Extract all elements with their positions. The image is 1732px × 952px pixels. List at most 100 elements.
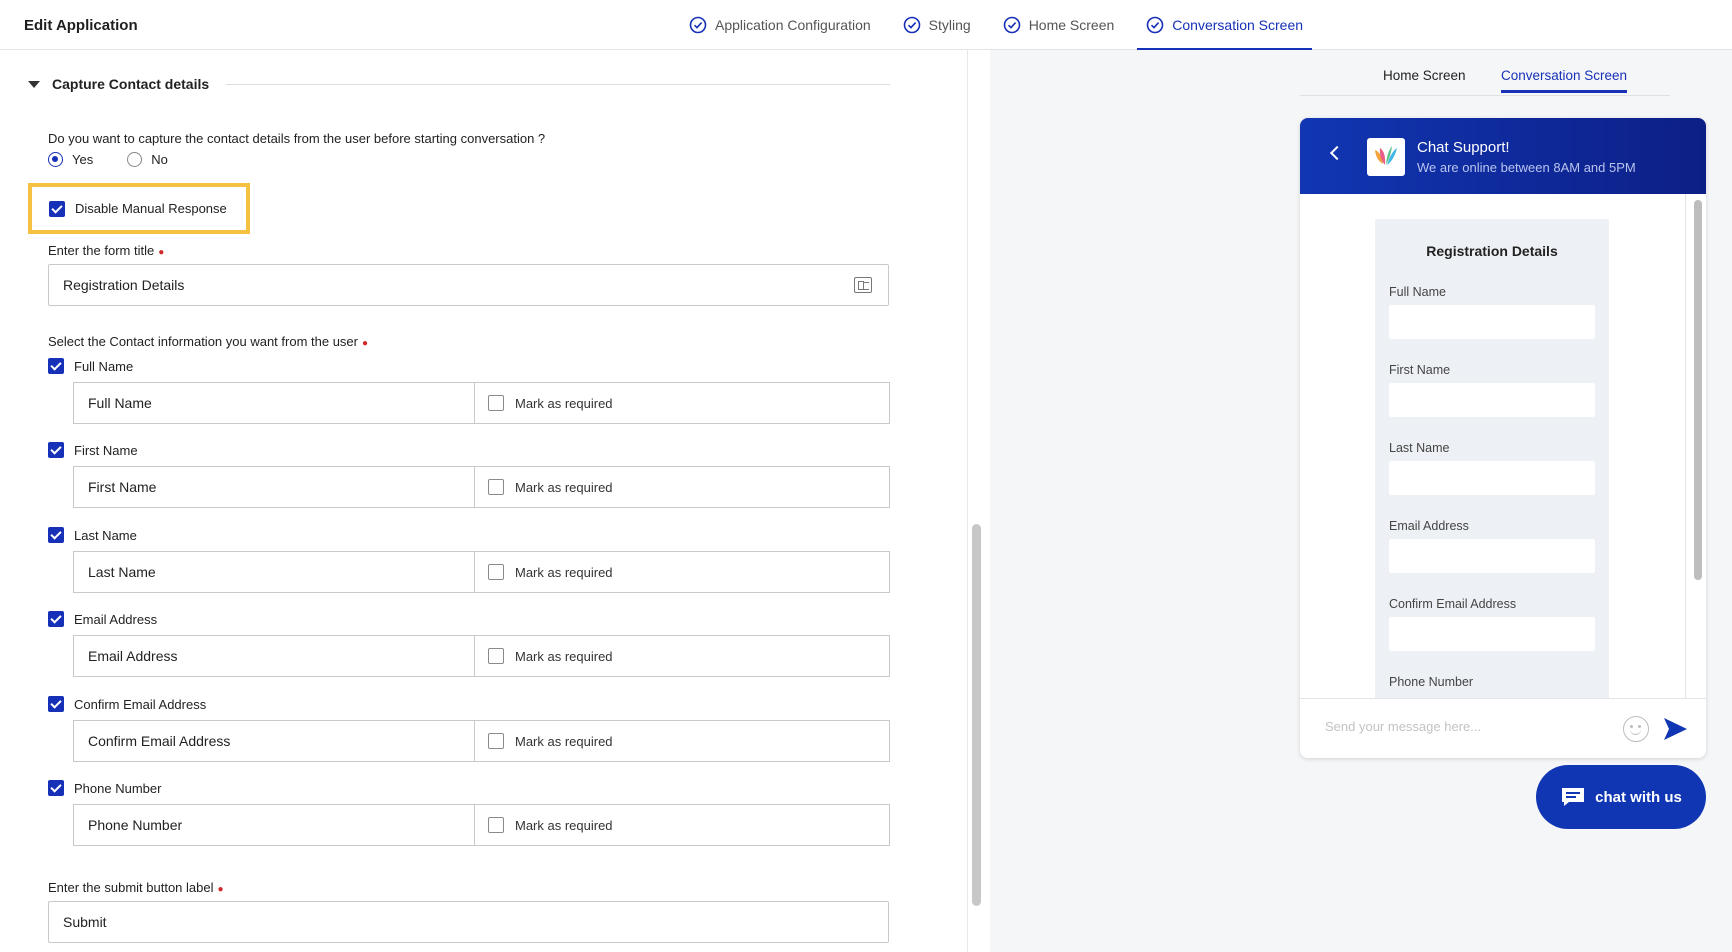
form-panel: Capture Contact details Do you want to c… (0, 50, 968, 952)
step-application-configuration[interactable]: Application Configuration (680, 0, 880, 50)
mark-required-checkbox[interactable] (488, 733, 504, 749)
mark-required-label: Mark as required (515, 817, 613, 833)
mark-required-checkbox[interactable] (488, 479, 504, 495)
field-last-name: Last Name Last Name Mark as required (48, 526, 890, 593)
registration-form-card: Registration Details Full Name First Nam… (1375, 219, 1609, 699)
section-title: Capture Contact details (52, 76, 210, 92)
field-value: Last Name (88, 564, 156, 580)
mark-required-checkbox[interactable] (488, 564, 504, 580)
form-icon (854, 277, 872, 293)
radio-no-control[interactable] (127, 152, 143, 167)
field-last-name-required[interactable]: Mark as required (474, 551, 890, 593)
field-full-name-input[interactable]: Full Name (73, 382, 474, 424)
preview-tab-conversation-screen[interactable]: Conversation Screen (1501, 68, 1628, 93)
field-label: Email Address (74, 611, 158, 627)
field-value: First Name (88, 479, 157, 495)
required-dot: ● (158, 247, 165, 258)
disable-manual-response-highlight: Disable Manual Response (28, 183, 250, 234)
step-styling[interactable]: Styling (894, 0, 980, 50)
step-label: Application Configuration (715, 17, 871, 33)
check-circle-icon (903, 16, 920, 34)
card-field-label: Confirm Email Address (1389, 597, 1517, 611)
disable-manual-response-label: Disable Manual Response (75, 201, 227, 216)
step-label: Home Screen (1028, 17, 1115, 33)
field-first-name-input[interactable]: First Name (73, 466, 474, 508)
check-circle-icon (689, 16, 707, 34)
mark-required-label: Mark as required (515, 479, 613, 495)
field-value: Full Name (88, 395, 152, 411)
field-phone-number: Phone Number Phone Number Mark as requir… (48, 779, 890, 846)
check-circle-icon (1003, 16, 1020, 34)
field-first-name-required[interactable]: Mark as required (474, 466, 890, 508)
card-field-input[interactable] (1389, 305, 1595, 339)
section-toggle[interactable]: Capture Contact details (28, 76, 209, 92)
field-confirm-email-checkbox[interactable] (48, 696, 64, 712)
mark-required-checkbox[interactable] (488, 817, 504, 833)
card-field-input[interactable] (1389, 617, 1595, 651)
field-email-address: Email Address Email Address Mark as requ… (48, 610, 890, 677)
field-full-name-checkbox[interactable] (48, 358, 64, 374)
radio-no[interactable]: No (127, 152, 168, 167)
check-circle-icon (1146, 16, 1164, 34)
radio-no-label: No (151, 152, 168, 167)
field-last-name-checkbox[interactable] (48, 527, 64, 543)
form-title-input[interactable]: Registration Details (48, 264, 889, 306)
submit-label-input[interactable]: Submit (48, 901, 889, 943)
field-phone-number-required[interactable]: Mark as required (474, 804, 890, 846)
field-last-name-input[interactable]: Last Name (73, 551, 474, 593)
contact-info-label: Select the Contact information you want … (48, 334, 368, 349)
chat-footer: Send your message here... (1300, 698, 1706, 758)
chat-header-subtitle: We are online between 8AM and 5PM (1417, 160, 1636, 175)
field-email-address-required[interactable]: Mark as required (474, 635, 890, 677)
step-label: Conversation Screen (1172, 17, 1304, 33)
mark-required-label: Mark as required (515, 395, 613, 411)
chat-scrollbar[interactable] (1694, 200, 1702, 580)
step-home-screen[interactable]: Home Screen (994, 0, 1124, 50)
field-phone-number-input[interactable]: Phone Number (73, 804, 474, 846)
field-label: Full Name (74, 358, 134, 374)
back-chevron-icon[interactable] (1329, 145, 1345, 161)
chat-with-us-button[interactable]: chat with us (1536, 765, 1706, 829)
chat-scroll-divider (1685, 194, 1686, 698)
card-field-label: Phone Number (1389, 675, 1474, 689)
emoji-icon[interactable] (1623, 716, 1649, 742)
field-confirm-email-required[interactable]: Mark as required (474, 720, 890, 762)
card-field-input[interactable] (1389, 383, 1595, 417)
field-email-address-checkbox[interactable] (48, 611, 64, 627)
mark-required-checkbox[interactable] (488, 395, 504, 411)
form-title-label: Enter the form title ● (48, 243, 164, 258)
form-title-value: Registration Details (63, 277, 185, 293)
chat-body: Registration Details Full Name First Nam… (1300, 194, 1706, 699)
field-value: Email Address (88, 648, 178, 664)
field-first-name-checkbox[interactable] (48, 442, 64, 458)
card-field-label: Email Address (1389, 519, 1469, 533)
page-title: Edit Application (24, 17, 138, 34)
field-label: Last Name (74, 527, 137, 543)
field-email-address-input[interactable]: Email Address (73, 635, 474, 677)
preview-tab-home-screen[interactable]: Home Screen (1383, 68, 1466, 83)
radio-yes[interactable]: Yes (48, 152, 93, 167)
step-conversation-screen[interactable]: Conversation Screen (1137, 0, 1312, 51)
card-field-input[interactable] (1389, 461, 1595, 495)
field-phone-number-checkbox[interactable] (48, 780, 64, 796)
required-dot: ● (362, 338, 369, 349)
form-scrollbar[interactable] (972, 524, 981, 906)
chat-header: Chat Support! We are online between 8AM … (1300, 118, 1706, 194)
message-input[interactable]: Send your message here... (1325, 719, 1481, 734)
disable-manual-response-checkbox[interactable] (49, 200, 65, 217)
chat-button-label: chat with us (1595, 788, 1682, 806)
mark-required-checkbox[interactable] (488, 648, 504, 664)
field-full-name-required[interactable]: Mark as required (474, 382, 890, 424)
form-title-label-text: Enter the form title (48, 243, 155, 258)
chat-widget-preview: Chat Support! We are online between 8AM … (1300, 118, 1706, 758)
card-title: Registration Details (1426, 243, 1558, 259)
field-confirm-email-input[interactable]: Confirm Email Address (73, 720, 474, 762)
radio-yes-control[interactable] (48, 152, 63, 167)
chat-header-title: Chat Support! (1417, 139, 1510, 156)
card-field-input[interactable] (1389, 539, 1595, 573)
step-nav: Application Configuration Styling Home S… (680, 0, 1326, 51)
send-icon[interactable] (1661, 715, 1689, 743)
submit-label-text: Enter the submit button label (48, 880, 214, 895)
field-value: Confirm Email Address (88, 733, 231, 749)
chat-bubble-icon (1562, 788, 1585, 806)
